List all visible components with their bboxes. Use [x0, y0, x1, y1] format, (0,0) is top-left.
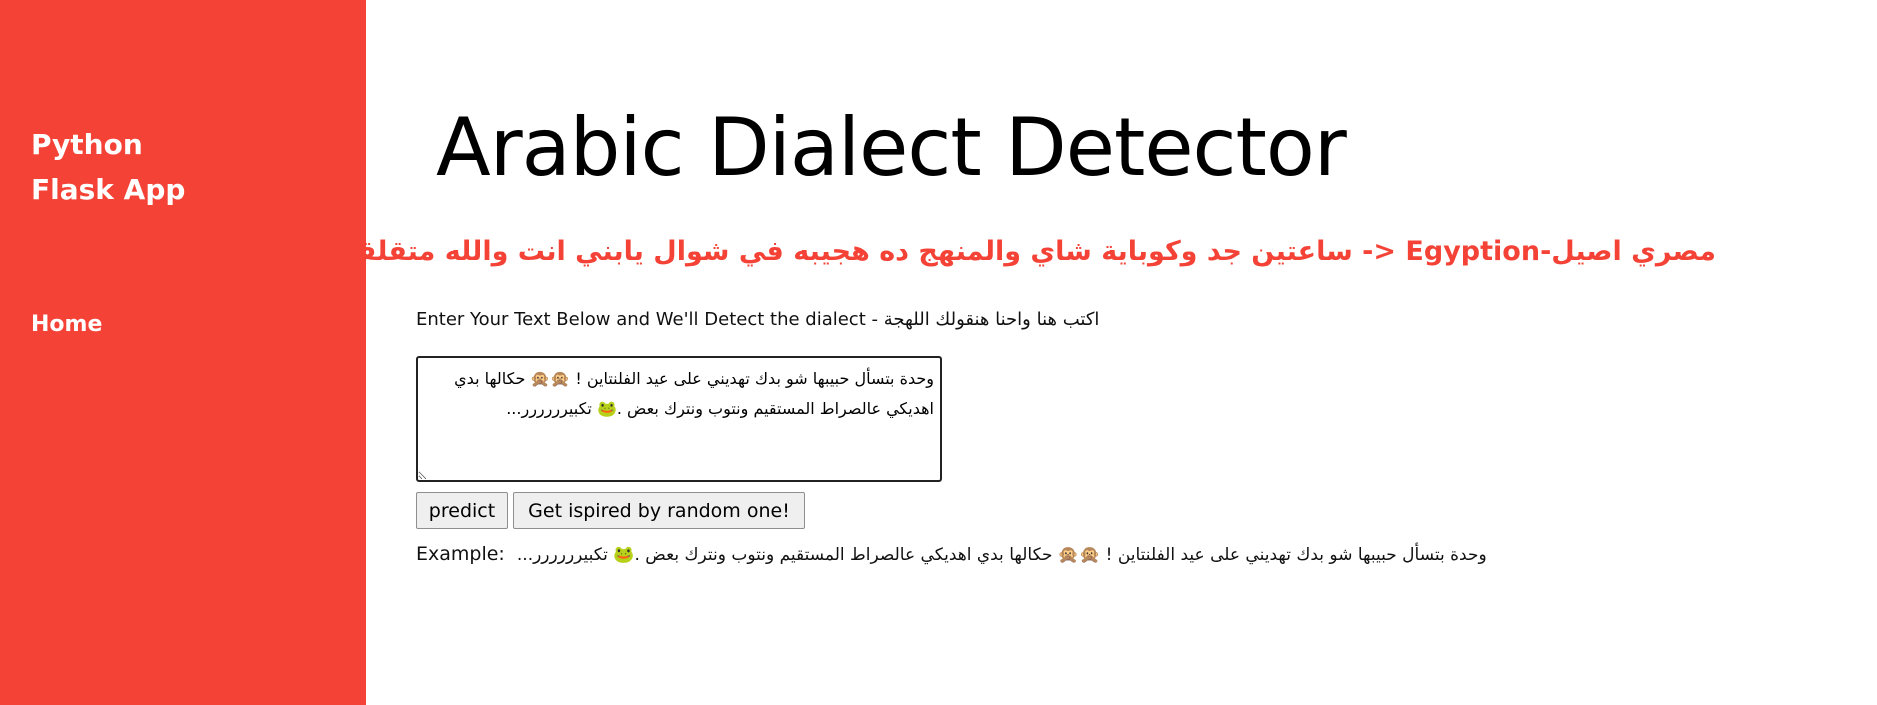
prediction-result: مصري اصيل-Egyption <- ساعتين جد وكوباية … [307, 236, 1716, 267]
input-instruction: Enter Your Text Below and We'll Detect t… [416, 309, 1100, 330]
random-example-button[interactable]: Get ispired by random one! [513, 492, 805, 529]
sidebar: Python Flask App Home [0, 0, 366, 705]
predict-button[interactable]: predict [416, 492, 508, 529]
brand-line-2: Flask App [31, 173, 186, 206]
brand-line-1: Python [31, 128, 143, 161]
text-input[interactable]: وحدة بتسأل حبيبها شو بدك تهديني على عيد … [416, 356, 942, 482]
app-brand: Python Flask App [31, 122, 185, 212]
example-line: Example: وحدة بتسأل حبيبها شو بدك تهديني… [416, 543, 1487, 565]
nav-home-link[interactable]: Home [31, 312, 102, 337]
example-text: وحدة بتسأل حبيبها شو بدك تهديني على عيد … [516, 545, 1487, 565]
page-title: Arabic Dialect Detector [436, 101, 1347, 194]
example-label: Example: [416, 543, 505, 565]
main-content: Arabic Dialect Detector مصري اصيل-Egypti… [307, 0, 1877, 705]
